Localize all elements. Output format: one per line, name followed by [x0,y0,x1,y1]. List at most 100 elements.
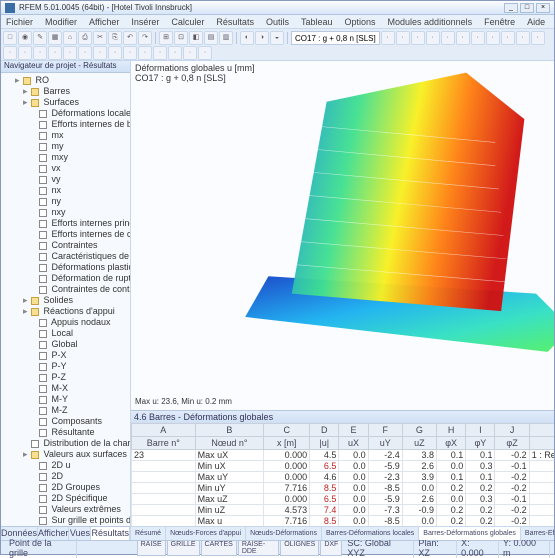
results-tab[interactable]: Nœuds-Forces d'appui [166,527,246,540]
toolbar-btn-5[interactable]: ⎙ [78,31,92,45]
tree-node[interactable]: 2D Spécifique [3,493,128,504]
loadcase-combo[interactable]: CO17 : g + 0,8 n [SLS] [291,31,380,45]
tree-node[interactable]: Déformation de rupture [3,273,128,284]
status-btn-raise[interactable]: RAISE [137,540,166,556]
close-button[interactable]: × [536,3,550,13]
tree-node[interactable]: ▸ Réactions d'appui [3,306,128,317]
tree-node[interactable]: M-Y [3,394,128,405]
toolbar-btn-7[interactable]: ⎘ [108,31,122,45]
toolbar-btn-r10[interactable]: · [531,31,545,45]
tree-node[interactable]: ▸ Barres [3,86,128,97]
results-tab[interactable]: Barres-Efforts internes [521,527,554,540]
table-row[interactable]: Min uZ4.5737.40.0-7.3-0.90.20.2-0.2 [132,505,555,516]
tree-node[interactable]: ▸ Surfaces [3,97,128,108]
tree-node[interactable]: nxy [3,207,128,218]
toolbar-btn-19[interactable]: ◒ [270,31,284,45]
tree-node[interactable]: Sur grille et points de l'util... [3,515,128,526]
table-row[interactable]: Min uY7.7168.50.0-8.50.00.20.2-0.2 [132,483,555,494]
tree-node[interactable]: Déformations locales [3,108,128,119]
tree-node[interactable]: Contraintes [3,240,128,251]
tree-node[interactable]: Caractéristiques de la surface r... [3,251,128,262]
toolbar-btn-15[interactable]: ▥ [219,31,233,45]
menu-fichier[interactable]: Fichier [3,17,36,27]
menu-outils[interactable]: Outils [263,17,292,27]
tree-node[interactable]: Efforts internes principaux [3,218,128,229]
tree-node[interactable]: 2D [3,471,128,482]
tree-node[interactable]: Résultante [3,427,128,438]
table-row[interactable]: 23Max uX0.0004.50.0-2.43.80.10.1-0.21 : … [132,450,555,461]
tree-node[interactable]: my [3,141,128,152]
tree-node[interactable]: Global [3,339,128,350]
table-row[interactable]: Max uZ0.0006.50.0-5.92.60.00.3-0.1 [132,494,555,505]
tree-node[interactable]: 2D u [3,460,128,471]
menu-modules additionnels[interactable]: Modules additionnels [385,17,476,27]
toolbar-btn-8[interactable]: ↶ [123,31,137,45]
table-row[interactable]: Max uY0.0004.60.0-2.33.90.10.1-0.2 [132,472,555,483]
toolbar-btn-r14[interactable]: · [48,46,62,60]
3d-viewport[interactable]: Déformations globales u [mm] CO17 : g + … [131,61,554,410]
toolbar-btn-r6[interactable]: · [471,31,485,45]
tree-node[interactable]: Efforts internes de base [3,119,128,130]
tree-node[interactable]: M-X [3,383,128,394]
toolbar-btn-r17[interactable]: · [93,46,107,60]
table-row[interactable]: Max u7.7168.50.0-8.50.00.20.2-0.2 [132,516,555,527]
toolbar-btn-r20[interactable]: · [138,46,152,60]
tree-node[interactable]: P-X [3,350,128,361]
toolbar-btn-r11[interactable]: · [3,46,17,60]
toolbar-btn-r5[interactable]: · [456,31,470,45]
tree-node[interactable]: ▸ Valeurs aux surfaces [3,449,128,460]
results-table[interactable]: ABCDEFGHIJBarre n°Nœud n°x [m]|u|uXuYuZφ… [131,423,554,526]
tree-node[interactable]: Local [3,328,128,339]
tree-node[interactable]: P-Y [3,361,128,372]
toolbar-btn-r2[interactable]: · [411,31,425,45]
tree-node[interactable]: Appuis nodaux [3,317,128,328]
toolbar-btn-r21[interactable]: · [153,46,167,60]
menu-afficher[interactable]: Afficher [86,17,122,27]
result-tree[interactable]: ▸ RO▸ Barres▸ Surfaces Déformations loca… [1,73,130,526]
toolbar-btn-2[interactable]: ✎ [33,31,47,45]
status-btn-dxf[interactable]: DXF [320,540,342,556]
toolbar-btn-r15[interactable]: · [63,46,77,60]
tree-node[interactable]: mx [3,130,128,141]
toolbar-btn-r8[interactable]: · [501,31,515,45]
tree-node[interactable]: 2D Groupes [3,482,128,493]
results-tab[interactable]: Nœuds-Déformations [246,527,322,540]
tree-node[interactable]: nx [3,185,128,196]
toolbar-btn-r13[interactable]: · [33,46,47,60]
toolbar-btn-1[interactable]: ◉ [18,31,32,45]
toolbar-btn-6[interactable]: ✂ [93,31,107,45]
table-row[interactable]: Min uX0.0006.50.0-5.92.60.00.3-0.1 [132,461,555,472]
status-btn-olignes[interactable]: OLIGNES [280,540,319,556]
toolbar-btn-r23[interactable]: · [183,46,197,60]
toolbar-btn-r24[interactable]: · [198,46,212,60]
status-btn-raise-dde[interactable]: RAISE-DDE [238,540,279,556]
menu-résultats[interactable]: Résultats [213,17,257,27]
tree-node[interactable]: M-Z [3,405,128,416]
toolbar-btn-r9[interactable]: · [516,31,530,45]
toolbar-btn-r4[interactable]: · [441,31,455,45]
toolbar-btn-18[interactable]: ◑ [255,31,269,45]
tree-node[interactable]: mxy [3,152,128,163]
toolbar-btn-11[interactable]: ⊞ [159,31,173,45]
tree-node[interactable]: Contraintes de contact [3,284,128,295]
tree-node[interactable]: ▸ RO [3,75,128,86]
tree-node[interactable]: Valeurs extrêmes [3,504,128,515]
toolbar-btn-4[interactable]: ⌂ [63,31,77,45]
tree-node[interactable]: Composants [3,416,128,427]
status-btn-cartes[interactable]: CARTES [201,540,237,556]
toolbar-btn-0[interactable]: □ [3,31,17,45]
menu-calculer[interactable]: Calculer [168,17,207,27]
toolbar-btn-9[interactable]: ↷ [138,31,152,45]
toolbar-btn-r19[interactable]: · [123,46,137,60]
toolbar-btn-3[interactable]: ▦ [48,31,62,45]
menu-modifier[interactable]: Modifier [42,17,80,27]
minimize-button[interactable]: _ [504,3,518,13]
tree-node[interactable]: P-Z [3,372,128,383]
toolbar-btn-13[interactable]: ◧ [189,31,203,45]
results-tab[interactable]: Barres-Déformations globales [419,527,521,540]
menu-tableau[interactable]: Tableau [298,17,336,27]
maximize-button[interactable]: □ [520,3,534,13]
menu-insérer[interactable]: Insérer [128,17,162,27]
toolbar-btn-14[interactable]: ▤ [204,31,218,45]
tree-node[interactable]: ny [3,196,128,207]
